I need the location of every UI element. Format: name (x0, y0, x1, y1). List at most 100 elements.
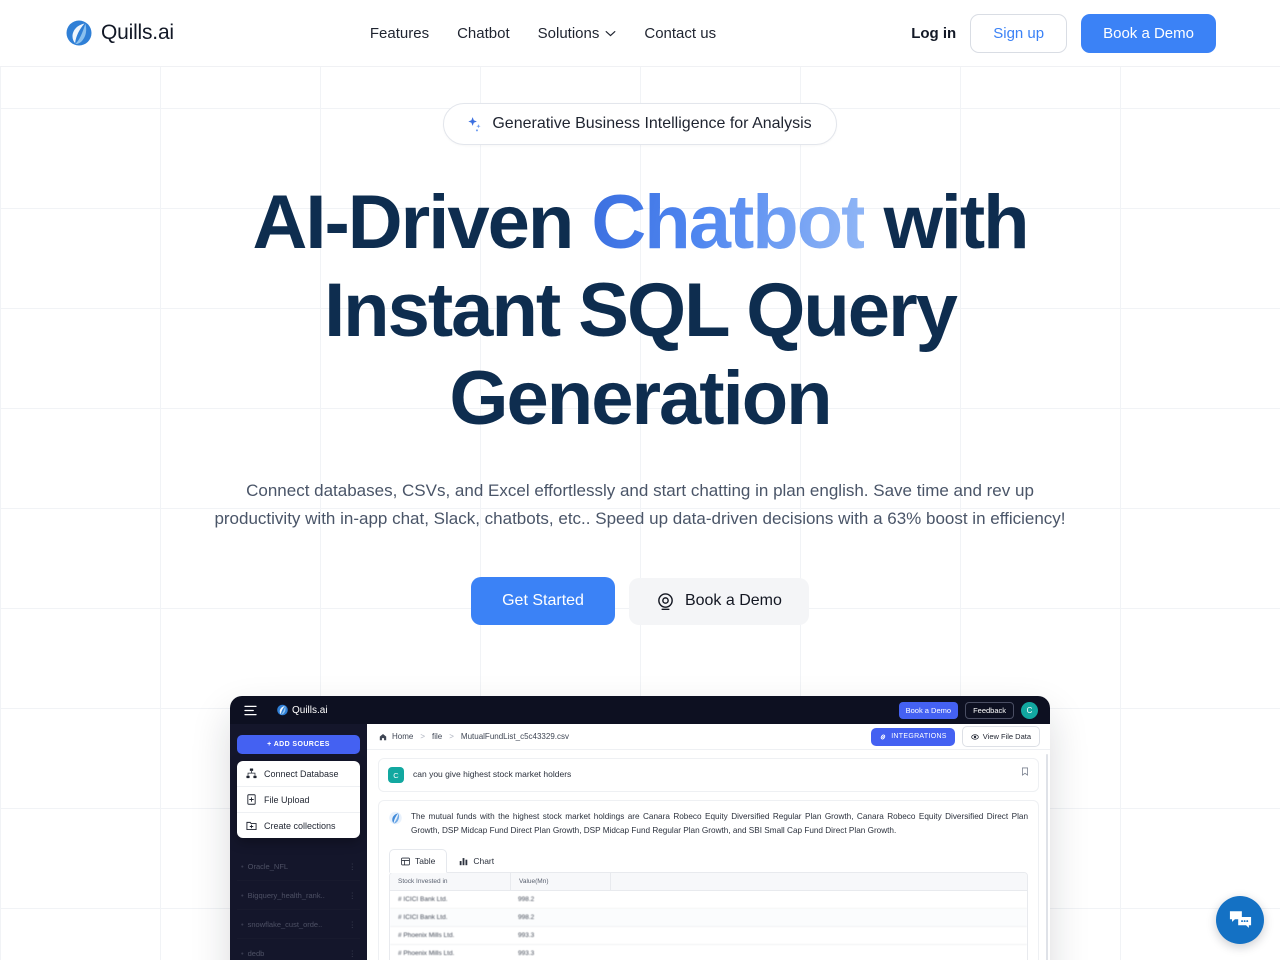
bookmark-icon[interactable] (1021, 767, 1029, 776)
brand-logo-link[interactable]: Quills.ai (66, 19, 174, 47)
db-name: snowflake_cust_orde.. (247, 919, 323, 929)
list-item[interactable]: • dedb ⋮ (237, 939, 360, 960)
hero-cta-row: Get Started Book a Demo (0, 577, 1280, 625)
list-item[interactable]: • Oracle_NFL ⋮ (237, 852, 360, 881)
dropdown-label-file-upload: File Upload (264, 794, 310, 805)
table-row: # Phoenix Mills Ltd. 993.3 (390, 945, 1027, 960)
scrollbar[interactable] (1045, 754, 1048, 960)
app-body: + ADD SOURCES Connect Database File Uplo… (230, 724, 1050, 960)
list-item[interactable]: • snowflake_cust_orde.. ⋮ (237, 910, 360, 939)
hero-badge-text: Generative Business Intelligence for Ana… (492, 115, 812, 132)
cell-blank (610, 945, 1027, 960)
nav-item-contact-us[interactable]: Contact us (644, 25, 716, 42)
hamburger-icon[interactable] (244, 705, 257, 716)
book-demo-button[interactable]: Book a Demo (1081, 13, 1216, 53)
breadcrumb-home-label: Home (392, 732, 414, 741)
table-row: # ICICI Bank Ltd. 998.2 (390, 909, 1027, 927)
link-icon (880, 734, 886, 739)
tab-chart[interactable]: Chart (447, 849, 506, 873)
dropdown-item-create-collections[interactable]: Create collections (237, 813, 360, 838)
app-sidebar: + ADD SOURCES Connect Database File Uplo… (230, 724, 367, 960)
add-sources-button[interactable]: + ADD SOURCES (237, 735, 360, 754)
app-topbar-actions: Book a Demo Feedback C (898, 701, 1042, 719)
app-main-actions: INTEGRATIONS View File Data (871, 726, 1040, 747)
get-started-button[interactable]: Get Started (471, 577, 615, 625)
breadcrumb-separator: > (449, 732, 454, 741)
hero-book-demo-button[interactable]: Book a Demo (628, 577, 809, 625)
headline-part-1: AI-Driven (252, 180, 592, 265)
database-list: • Oracle_NFL ⋮ • Bigquery_health_rank.. ⋮ • s… (237, 852, 360, 960)
hero-badge: Generative Business Intelligence for Ana… (443, 103, 837, 145)
chat-area: C can you give highest stock market hold… (367, 750, 1050, 960)
cell-stock: # ICICI Bank Ltd. (398, 914, 448, 921)
kebab-icon[interactable]: ⋮ (349, 949, 357, 958)
app-main: Home > file > MutualFundList_c5c43329.cs… (367, 724, 1050, 960)
breadcrumb-separator: > (420, 732, 426, 741)
hero-section: Generative Business Intelligence for Ana… (0, 67, 1280, 625)
webcam-icon (658, 592, 673, 610)
db-name: dedb (247, 948, 265, 958)
column-header-value: Value(Mn) (510, 873, 610, 890)
list-item[interactable]: • Bigquery_health_rank.. ⋮ (237, 881, 360, 910)
dropdown-label-create-collections: Create collections (264, 820, 336, 831)
cell-stock: # Phoenix Mills Ltd. (398, 950, 455, 957)
nav-item-chatbot[interactable]: Chatbot (457, 25, 510, 42)
login-link[interactable]: Log in (911, 25, 956, 42)
cell-stock: # Phoenix Mills Ltd. (398, 932, 455, 939)
chat-bubbles-icon (1229, 910, 1251, 928)
chevron-down-icon (605, 30, 616, 36)
breadcrumb-home[interactable]: Home (379, 732, 413, 741)
kebab-icon[interactable]: ⋮ (349, 891, 357, 900)
integrations-label: INTEGRATIONS (891, 733, 947, 740)
app-feedback-button[interactable]: Feedback (965, 701, 1014, 719)
site-header: Quills.ai Features Chatbot Solutions Con… (0, 0, 1280, 67)
bar-chart-icon (460, 857, 468, 865)
cell-blank (610, 909, 1027, 926)
home-icon (379, 733, 387, 740)
integrations-button[interactable]: INTEGRATIONS (871, 727, 955, 746)
db-name: Bigquery_health_rank.. (247, 890, 325, 900)
tab-table[interactable]: Table (389, 849, 448, 873)
view-file-data-button[interactable]: View File Data (961, 726, 1040, 747)
dropdown-item-connect-database[interactable]: Connect Database (237, 761, 360, 787)
hero-book-demo-label: Book a Demo (684, 592, 782, 609)
avatar[interactable]: C (1021, 701, 1038, 719)
eye-icon (971, 733, 979, 740)
bot-message-bubble: The mutual funds with the highest stock … (378, 800, 1039, 960)
chat-widget-button[interactable] (1216, 896, 1264, 944)
db-name: Oracle_NFL (247, 861, 289, 871)
sparkle-icon (468, 116, 481, 131)
nav-item-features[interactable]: Features (370, 25, 429, 42)
cell-value: 998.2 (518, 896, 535, 903)
cell-blank (610, 891, 1027, 908)
main-nav: Features Chatbot Solutions Contact us (370, 25, 716, 42)
tab-table-label: Table (415, 856, 436, 866)
kebab-icon[interactable]: ⋮ (349, 862, 357, 871)
table-row: # ICICI Bank Ltd. 998.2 (390, 891, 1027, 909)
file-plus-icon (247, 794, 256, 805)
result-tabs: Table Chart (389, 849, 1028, 873)
nav-label-solutions: Solutions (537, 24, 600, 42)
nav-label-features: Features (369, 24, 430, 42)
bot-message-row: The mutual funds with the highest stock … (389, 810, 1028, 838)
product-screenshot: Quills.ai Book a Demo Feedback C + ADD S… (230, 696, 1050, 960)
dropdown-item-file-upload[interactable]: File Upload (237, 787, 360, 813)
database-network-icon (246, 768, 257, 779)
nav-item-solutions[interactable]: Solutions (538, 25, 617, 42)
app-book-demo-button[interactable]: Book a Demo (898, 701, 959, 719)
result-table: Stock Invested in Value(Mn) # ICICI Bank… (389, 872, 1028, 960)
signup-button[interactable]: Sign up (970, 13, 1068, 53)
app-brand: Quills.ai (277, 704, 328, 716)
column-header-blank (610, 873, 1027, 890)
landing-page: Quills.ai Features Chatbot Solutions Con… (0, 0, 1280, 960)
breadcrumb-folder[interactable]: file (432, 732, 442, 741)
quills-leaf-logo-icon (66, 20, 92, 46)
quills-leaf-logo-icon (389, 811, 402, 825)
user-message-bubble: C can you give highest stock market hold… (378, 758, 1039, 792)
hero-subheadline: Connect databases, CSVs, and Excel effor… (214, 481, 1066, 528)
headline-highlight: Chatbot (591, 180, 866, 265)
breadcrumb-file[interactable]: MutualFundList_c5c43329.csv (461, 732, 569, 741)
kebab-icon[interactable]: ⋮ (349, 920, 357, 929)
nav-label-chatbot: Chatbot (457, 24, 510, 42)
header-actions: Log in Sign up Book a Demo (911, 13, 1216, 53)
